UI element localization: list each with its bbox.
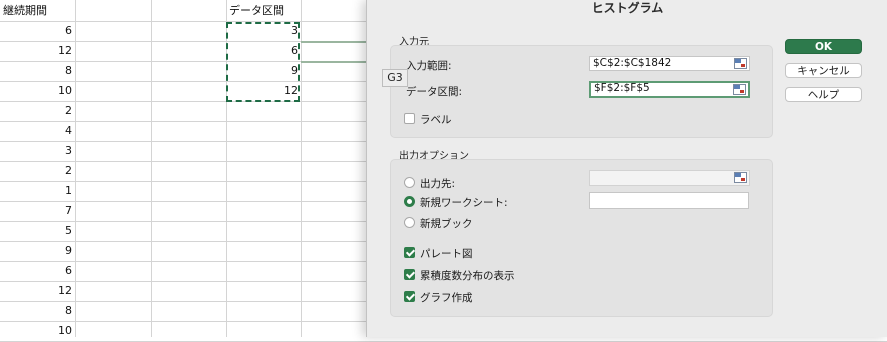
sheet-cell[interactable]: 2	[0, 161, 72, 181]
new-sheet-label[interactable]: 新規ワークシート:	[420, 195, 508, 210]
new-workbook-radio[interactable]	[404, 217, 415, 228]
column-divider	[151, 0, 152, 337]
column-divider	[75, 0, 76, 337]
range-picker-icon[interactable]	[734, 58, 747, 69]
cumulative-checkbox-label[interactable]: 累積度数分布の表示	[420, 268, 515, 283]
input-range-field[interactable]: $C$2:$C$1842	[589, 56, 750, 71]
sheet-cell[interactable]: 3	[0, 141, 72, 161]
cumulative-checkbox[interactable]	[404, 269, 415, 280]
help-button[interactable]: ヘルプ	[785, 87, 862, 102]
sheet-cell[interactable]: 4	[0, 121, 72, 141]
new-sheet-radio[interactable]	[404, 196, 415, 207]
sheet-cell[interactable]: 8	[0, 301, 72, 321]
range-picker-icon[interactable]	[733, 84, 746, 95]
sheet-cell[interactable]: 10	[0, 321, 72, 341]
header-cell-f[interactable]: データ区間	[226, 1, 301, 21]
output-range-label[interactable]: 出力先:	[420, 176, 455, 191]
range-picker-icon[interactable]	[734, 172, 747, 183]
selection-indicator	[301, 61, 367, 63]
chart-checkbox[interactable]	[404, 291, 415, 302]
sheet-cell[interactable]: 7	[0, 201, 72, 221]
labels-checkbox[interactable]	[404, 113, 415, 124]
bin-range-value: $F$2:$F$5	[594, 82, 650, 94]
pareto-checkbox-label[interactable]: パレート図	[420, 246, 473, 261]
data-range-selection	[226, 22, 300, 102]
new-workbook-label[interactable]: 新規ブック	[420, 216, 473, 231]
chart-checkbox-label[interactable]: グラフ作成	[420, 290, 473, 305]
sheet-cell[interactable]: 5	[0, 221, 72, 241]
bin-range-label: データ区間:	[406, 86, 463, 98]
sheet-cell[interactable]: 6	[0, 21, 72, 41]
ok-button[interactable]: OK	[785, 39, 862, 54]
dialog-title: ヒストグラム	[591, 1, 664, 15]
selection-indicator	[301, 41, 367, 43]
sheet-cell[interactable]: 12	[0, 41, 72, 61]
sheet-cell[interactable]: 6	[0, 261, 72, 281]
sheet-cell[interactable]: 8	[0, 61, 72, 81]
sheet-cell[interactable]: 2	[0, 101, 72, 121]
sheet-cell[interactable]: 12	[0, 281, 72, 301]
header-cell-c[interactable]: 継続期間	[0, 1, 75, 21]
bin-range-field[interactable]: $F$2:$F$5	[589, 81, 750, 98]
histogram-dialog: ヒストグラム 入力元 入力範囲: $C$2:$C$1842 データ区間: $F$…	[366, 0, 887, 337]
cancel-button[interactable]: キャンセル	[785, 63, 862, 78]
input-range-value: $C$2:$C$1842	[593, 57, 672, 69]
sheet-cell[interactable]: 10	[0, 81, 72, 101]
column-divider	[301, 0, 302, 337]
cell-reference-tooltip: G3	[382, 69, 408, 87]
input-range-label: 入力範囲:	[406, 60, 452, 72]
sheet-cell[interactable]: 1	[0, 181, 72, 201]
output-range-radio[interactable]	[404, 177, 415, 188]
labels-checkbox-label[interactable]: ラベル	[420, 112, 452, 127]
sheet-cell[interactable]: 9	[0, 241, 72, 261]
output-range-field[interactable]	[589, 170, 750, 186]
pareto-checkbox[interactable]	[404, 247, 415, 258]
new-sheet-name-field[interactable]	[589, 192, 749, 209]
